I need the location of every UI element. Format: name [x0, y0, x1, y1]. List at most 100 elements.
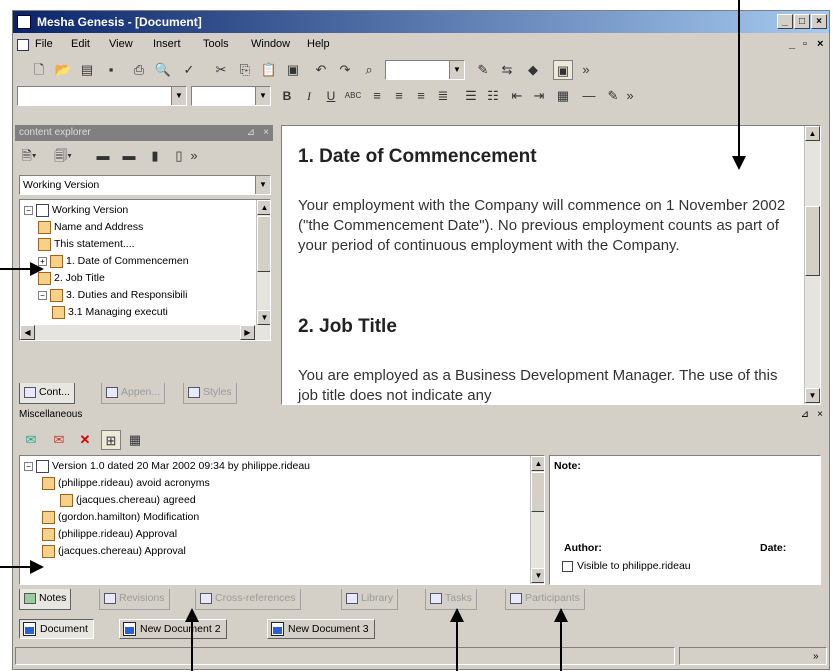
tab-revisions[interactable]: Revisions [99, 589, 170, 610]
italic-button[interactable]: I [299, 86, 319, 106]
tree-item[interactable]: +1. Date of Commencemen [38, 253, 189, 269]
align-center-icon[interactable]: ≡ [389, 86, 409, 106]
collapse-icon[interactable]: − [24, 205, 33, 215]
doc-restore-icon[interactable]: ▫ [803, 38, 807, 50]
copy-icon[interactable]: ⎘ [235, 60, 255, 80]
cut-icon[interactable]: ✂ [211, 60, 231, 80]
tree-item[interactable]: (jacques.chereau) Approval [42, 543, 186, 559]
tab-appendices[interactable]: Appen... [101, 383, 166, 404]
underline-button[interactable]: U [321, 86, 341, 106]
paragraph-commencement[interactable]: Your employment with the Company will co… [298, 196, 798, 256]
explorer-vscroll[interactable]: ▲ ▼ [256, 200, 270, 325]
menu-edit[interactable]: Edit [71, 38, 90, 50]
menu-file[interactable]: File [35, 38, 53, 50]
tree-item[interactable]: − 3. Duties and Responsibili [38, 287, 187, 303]
scroll-down-icon[interactable]: ▼ [531, 568, 544, 583]
find-icon[interactable]: ⌕ [359, 60, 379, 80]
grid-view-icon[interactable]: ▦ [125, 430, 145, 450]
highlight-icon[interactable]: ✎ [603, 86, 623, 106]
print-icon[interactable]: ⎙ [129, 60, 149, 80]
explorer-tree[interactable]: 3.1 Managing executi − 3. Duties and Respo… [19, 199, 271, 341]
tree-item[interactable]: Name and Address [38, 219, 143, 235]
panel-close-icon[interactable]: × [817, 407, 823, 423]
tree-item[interactable]: 3.1 Managing executi [52, 304, 168, 320]
scroll-thumb[interactable] [531, 472, 544, 512]
collapse-icon[interactable]: − [38, 290, 47, 300]
tab-library[interactable]: Library [341, 589, 399, 610]
toolbar-overflow-icon[interactable]: » [189, 146, 199, 166]
document-vscroll[interactable]: ▲ ▼ [804, 126, 820, 404]
tab-tasks[interactable]: Tasks [425, 589, 477, 610]
format-painter-icon[interactable]: ▣ [283, 60, 303, 80]
new-icon[interactable]: 🗋 [29, 60, 49, 80]
tab-contents[interactable]: Cont... [19, 383, 75, 404]
tree-view-icon[interactable]: ⊞ [101, 430, 121, 450]
open-icon[interactable]: 📂 [53, 60, 73, 80]
collapse-icon[interactable]: − [24, 461, 33, 471]
strikethrough-button[interactable]: ABC [343, 86, 363, 106]
show-document-icon[interactable]: ▣ [553, 60, 573, 80]
tab-notes[interactable]: Notes [19, 589, 72, 610]
doc-dropdown-icon[interactable]: 🗎▾ [19, 146, 39, 166]
tab-participants[interactable]: Participants [505, 589, 585, 610]
pin-icon[interactable]: ⊿ [801, 407, 809, 423]
tree-item[interactable]: (philippe.rideau) Approval [42, 526, 177, 542]
menu-insert[interactable]: Insert [153, 38, 181, 50]
tree-item[interactable]: − Version 1.0 dated 20 Mar 2002 09:34 by … [24, 458, 310, 474]
chevron-down-icon[interactable]: ▼ [255, 87, 270, 105]
doc-minimize-icon[interactable]: _ [789, 38, 795, 50]
scroll-thumb[interactable] [257, 216, 270, 272]
zoom-combo[interactable]: ▼ [385, 60, 465, 80]
save-icon[interactable]: ▪ [101, 60, 121, 80]
chevron-down-icon[interactable]: ▼ [255, 176, 270, 194]
reply-note-icon[interactable]: ✉ [49, 430, 69, 450]
align-right-icon[interactable]: ≡ [411, 86, 431, 106]
add-note-icon[interactable]: ✉ [21, 430, 41, 450]
bold-button[interactable]: B [277, 86, 297, 106]
compare-icon[interactable]: ⇆ [497, 60, 517, 80]
tab-cross-references[interactable]: Cross-references [195, 589, 301, 610]
doc-system-icon[interactable] [17, 39, 29, 51]
section-dropdown-icon[interactable]: 🗐▾ [53, 146, 73, 166]
menu-window[interactable]: Window [251, 38, 290, 50]
tree-item[interactable]: − Working Version [24, 202, 128, 218]
paragraph-job-title[interactable]: You are employed as a Business Developme… [298, 366, 798, 404]
scroll-down-icon[interactable]: ▼ [805, 388, 820, 403]
scroll-up-icon[interactable]: ▲ [805, 126, 820, 141]
redo-icon[interactable]: ↷ [335, 60, 355, 80]
panel-close-icon[interactable]: × [263, 125, 269, 141]
chevron-down-icon[interactable]: ▼ [449, 61, 464, 79]
numbered-list-icon[interactable]: ☰ [461, 86, 481, 106]
move-down-icon[interactable]: ▬ [119, 146, 139, 166]
scroll-up-icon[interactable]: ▲ [531, 456, 544, 471]
chevron-down-icon[interactable]: ▼ [171, 87, 186, 105]
notes-tree[interactable]: (jacques.chereau) Approval (philippe.ride… [19, 455, 545, 585]
tree-item[interactable]: (gordon.hamilton) Modification [42, 509, 199, 525]
doc-tab-new-document-2[interactable]: New Document 2 [119, 619, 227, 639]
spelling-icon[interactable]: ✓ [179, 60, 199, 80]
eraser-icon[interactable]: ◆ [523, 60, 543, 80]
scroll-up-icon[interactable]: ▲ [257, 200, 270, 215]
minimize-button[interactable]: _ [777, 14, 793, 29]
tree-item[interactable]: (jacques.chereau) agreed [60, 492, 196, 508]
explorer-title-bar[interactable]: content explorer ⊿ × [15, 125, 273, 141]
bullet-list-icon[interactable]: ☷ [483, 86, 503, 106]
increase-indent-icon[interactable]: ⇥ [529, 86, 549, 106]
pin-icon[interactable]: ⊿ [247, 125, 255, 141]
font-size-combo[interactable]: ▼ [191, 86, 271, 106]
track-changes-icon[interactable]: ✎ [473, 60, 493, 80]
toolbar-overflow-icon[interactable]: » [581, 60, 591, 80]
tree-item[interactable]: This statement.... [38, 236, 135, 252]
misc-title-bar[interactable]: Miscellaneous ⊿ × [15, 407, 827, 423]
decrease-indent-icon[interactable]: ⇤ [507, 86, 527, 106]
version-select[interactable]: Working Version ▼ [19, 175, 271, 195]
print-preview-icon[interactable]: 🔍 [153, 60, 173, 80]
title-bar[interactable]: Mesha Genesis - [Document] _ □ × [13, 11, 829, 33]
doc-tab-document[interactable]: Document [19, 619, 94, 639]
delete-icon[interactable]: ✕ [75, 430, 95, 450]
status-overflow-icon[interactable]: » [813, 651, 819, 662]
explorer-hscroll[interactable]: ◀ ▶ [20, 325, 270, 340]
heading-date-of-commencement[interactable]: 1. Date of Commencement [298, 146, 537, 168]
style-combo[interactable]: ▼ [17, 86, 187, 106]
notes-vscroll[interactable]: ▲ ▼ [530, 456, 544, 584]
